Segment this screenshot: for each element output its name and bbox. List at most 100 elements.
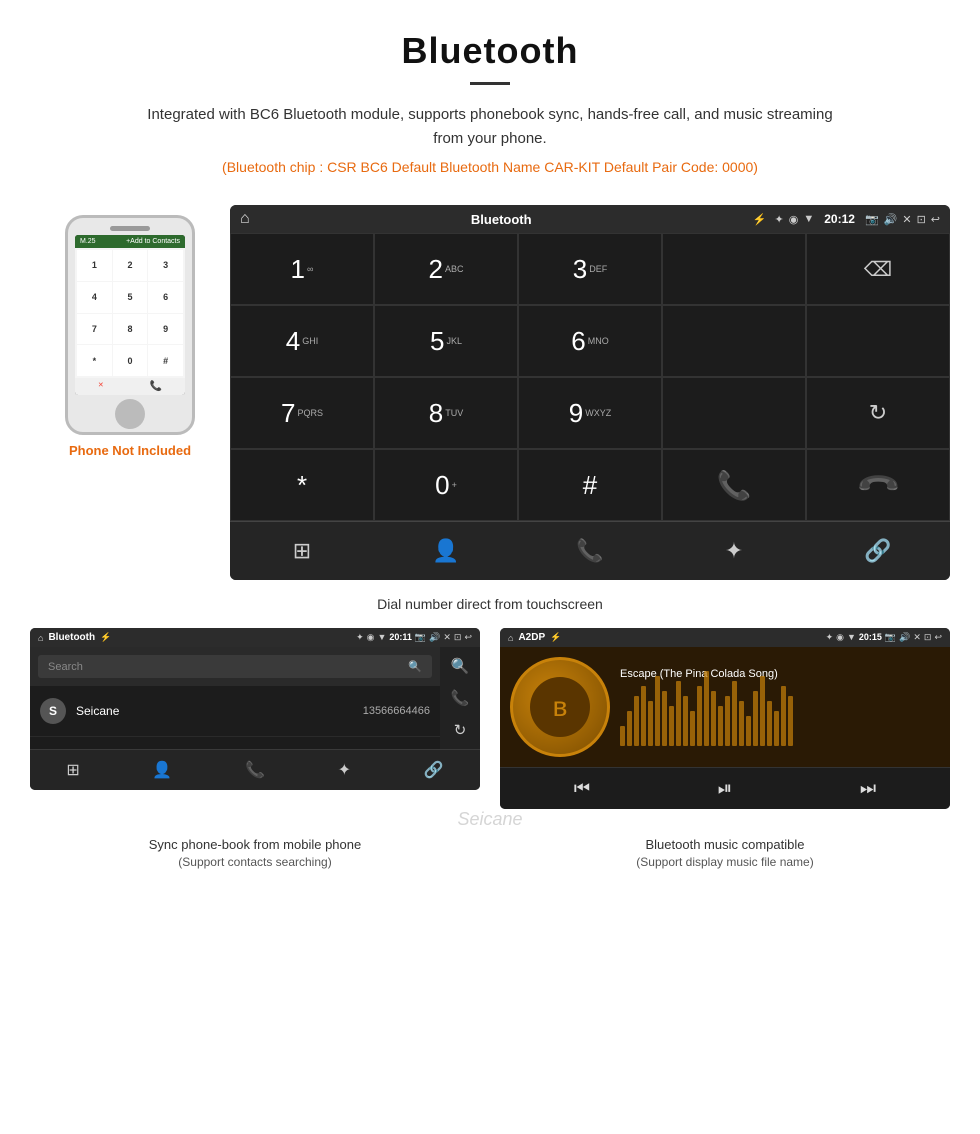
wifi-icon: ▼: [803, 213, 814, 225]
phonebook-caption-sub: (Support contacts searching): [30, 855, 480, 869]
contact-name: Seicane: [76, 704, 353, 718]
next-track-button[interactable]: ⏭: [860, 778, 876, 799]
dial-key-9[interactable]: 9WXYZ: [518, 377, 662, 449]
status-time: 20:12: [824, 212, 855, 226]
pb-status-icons: ✦ ◉ ▼ 20:11 📷 🔊 ✕ ⊡ ↩: [356, 632, 472, 643]
nav-bluetooth-icon[interactable]: ✦: [662, 522, 806, 580]
phonebook-block: ⌂ Bluetooth ⚡ ✦ ◉ ▼ 20:11 📷 🔊 ✕ ⊡ ↩: [30, 628, 480, 809]
phone-screen-header: M.25 +Add to Contacts: [75, 235, 185, 248]
phonebook-sidebar: 🔍 📞 ↻: [440, 647, 480, 749]
pb-nav-calls[interactable]: 📞: [245, 760, 265, 780]
dial-key-6[interactable]: 6MNO: [518, 305, 662, 377]
dial-end-call-button[interactable]: 📞: [806, 449, 950, 521]
page-title: Bluetooth: [60, 30, 920, 72]
play-pause-button[interactable]: ⏯: [718, 778, 732, 799]
music-info: Escape (The Pina Colada Song): [620, 668, 940, 746]
dialpad-bottom-nav: ⊞ 👤 📞 ✦ 🔗: [230, 521, 950, 580]
album-art: ʙ: [510, 657, 610, 757]
main-content: ʙ )))) M.25 +Add to Contacts 1 2 3 4: [0, 205, 980, 580]
search-bar[interactable]: Search 🔍: [38, 655, 432, 678]
title-divider: [470, 82, 510, 85]
phonebook-content: Search 🔍 S Seicane 13566664466 🔍: [30, 647, 480, 749]
contact-number: 13566664466: [363, 705, 430, 717]
bluetooth-status-icon: ✦: [775, 213, 784, 226]
bottom-screenshots-wrapper: ⌂ Bluetooth ⚡ ✦ ◉ ▼ 20:11 📷 🔊 ✕ ⊡ ↩: [0, 628, 980, 830]
bottom-screenshots: ⌂ Bluetooth ⚡ ✦ ◉ ▼ 20:11 📷 🔊 ✕ ⊡ ↩: [0, 628, 980, 809]
a2dp-music-content: ʙ Escape (The Pina Colada Song): [500, 647, 950, 767]
nav-dialpad-icon[interactable]: ⊞: [230, 522, 374, 580]
phone-mockup: M.25 +Add to Contacts 1 2 3 4 5 6 7 8 9 …: [65, 215, 195, 435]
usb-icon: ⚡: [753, 213, 767, 226]
dial-empty-r2c4: [662, 305, 806, 377]
contact-avatar: S: [40, 698, 66, 724]
dial-backspace[interactable]: ⌫: [806, 233, 950, 305]
dial-refresh[interactable]: ↻: [806, 377, 950, 449]
close-icon: ✕: [902, 213, 911, 226]
pb-nav-link[interactable]: 🔗: [424, 760, 444, 780]
dial-key-0[interactable]: 0+: [374, 449, 518, 521]
pb-nav-bt[interactable]: ✦: [338, 760, 351, 780]
dialpad-status-bar: ⌂ Bluetooth ⚡ ✦ ◉ ▼ 20:12 📷 🔊 ✕ ⊡ ↩: [230, 205, 950, 233]
phone-keypad: 1 2 3 4 5 6 7 8 9 * 0 #: [75, 248, 185, 378]
search-icon: 🔍: [408, 660, 422, 673]
a2dp-status-time: 20:15: [859, 632, 882, 643]
a2dp-block: ⌂ A2DP ⚡ ✦ ◉ ▼ 20:15 📷 🔊 ✕ ⊡ ↩: [500, 628, 950, 809]
page-description: Integrated with BC6 Bluetooth module, su…: [140, 103, 840, 151]
dial-input-display: [662, 233, 806, 305]
a2dp-screen: ⌂ A2DP ⚡ ✦ ◉ ▼ 20:15 📷 🔊 ✕ ⊡ ↩: [500, 628, 950, 809]
dial-key-7[interactable]: 7PQRS: [230, 377, 374, 449]
a2dp-screen-title: A2DP: [518, 632, 545, 643]
pb-call-side-icon[interactable]: 📞: [451, 689, 470, 707]
prev-track-button[interactable]: ⏮: [574, 778, 590, 799]
dial-key-hash[interactable]: #: [518, 449, 662, 521]
pb-nav-contacts[interactable]: 👤: [152, 760, 172, 780]
page-header: Bluetooth Integrated with BC6 Bluetooth …: [0, 0, 980, 205]
nav-contacts-icon[interactable]: 👤: [374, 522, 518, 580]
a2dp-status-bar: ⌂ A2DP ⚡ ✦ ◉ ▼ 20:15 📷 🔊 ✕ ⊡ ↩: [500, 628, 950, 647]
seicane-watermark: Seicane: [0, 809, 980, 830]
dial-empty-r3c4: [662, 377, 806, 449]
phone-home-button: [115, 399, 145, 429]
dial-key-3[interactable]: 3DEF: [518, 233, 662, 305]
dialpad-section: ⌂ Bluetooth ⚡ ✦ ◉ ▼ 20:12 📷 🔊 ✕ ⊡ ↩: [230, 205, 950, 580]
home-icon[interactable]: ⌂: [240, 210, 250, 228]
a2dp-caption-block: Bluetooth music compatible (Support disp…: [500, 835, 950, 869]
phonebook-screen: ⌂ Bluetooth ⚡ ✦ ◉ ▼ 20:11 📷 🔊 ✕ ⊡ ↩: [30, 628, 480, 790]
nav-calls-icon[interactable]: 📞: [518, 522, 662, 580]
contact-item[interactable]: S Seicane 13566664466: [30, 686, 440, 737]
pb-search-side-icon[interactable]: 🔍: [451, 657, 470, 675]
phonebook-caption-main: Sync phone-book from mobile phone: [30, 835, 480, 855]
location-icon: ◉: [789, 213, 799, 226]
dial-key-4[interactable]: 4GHI: [230, 305, 374, 377]
camera-icon: 📷: [865, 213, 879, 226]
song-title: Escape (The Pina Colada Song): [620, 668, 940, 680]
nav-link-icon[interactable]: 🔗: [806, 522, 950, 580]
back-icon[interactable]: ↩: [931, 213, 940, 226]
dial-key-8[interactable]: 8TUV: [374, 377, 518, 449]
dial-call-button[interactable]: 📞: [662, 449, 806, 521]
phone-screen: M.25 +Add to Contacts 1 2 3 4 5 6 7 8 9 …: [75, 235, 185, 395]
bt-music-icon: ʙ: [553, 691, 568, 723]
pb-home-icon[interactable]: ⌂: [38, 633, 43, 643]
phone-bottom-bar: ✕ 📞: [75, 378, 185, 395]
phonebook-search: Search 🔍: [30, 647, 440, 686]
dial-key-2[interactable]: 2ABC: [374, 233, 518, 305]
dial-key-5[interactable]: 5JKL: [374, 305, 518, 377]
phonebook-caption-block: Sync phone-book from mobile phone (Suppo…: [30, 835, 480, 869]
a2dp-home-icon[interactable]: ⌂: [508, 633, 513, 643]
phone-not-included-label: Phone Not Included: [69, 443, 191, 458]
album-inner: ʙ: [530, 677, 590, 737]
dialpad-caption: Dial number direct from touchscreen: [0, 596, 980, 612]
a2dp-caption-main: Bluetooth music compatible: [500, 835, 950, 855]
pb-status-time: 20:11: [389, 632, 412, 643]
dial-key-1[interactable]: 1∞: [230, 233, 374, 305]
dial-empty-r2c5: [806, 305, 950, 377]
pb-refresh-side-icon[interactable]: ↻: [454, 721, 467, 739]
search-placeholder: Search: [48, 661, 83, 673]
phonebook-bottom-nav: ⊞ 👤 📞 ✦ 🔗: [30, 749, 480, 790]
pb-screen-title: Bluetooth: [48, 632, 95, 643]
phonebook-status-bar: ⌂ Bluetooth ⚡ ✦ ◉ ▼ 20:11 📷 🔊 ✕ ⊡ ↩: [30, 628, 480, 647]
screen-icon: ⊡: [917, 213, 926, 226]
dial-key-star[interactable]: *: [230, 449, 374, 521]
pb-nav-dialpad[interactable]: ⊞: [66, 760, 79, 780]
